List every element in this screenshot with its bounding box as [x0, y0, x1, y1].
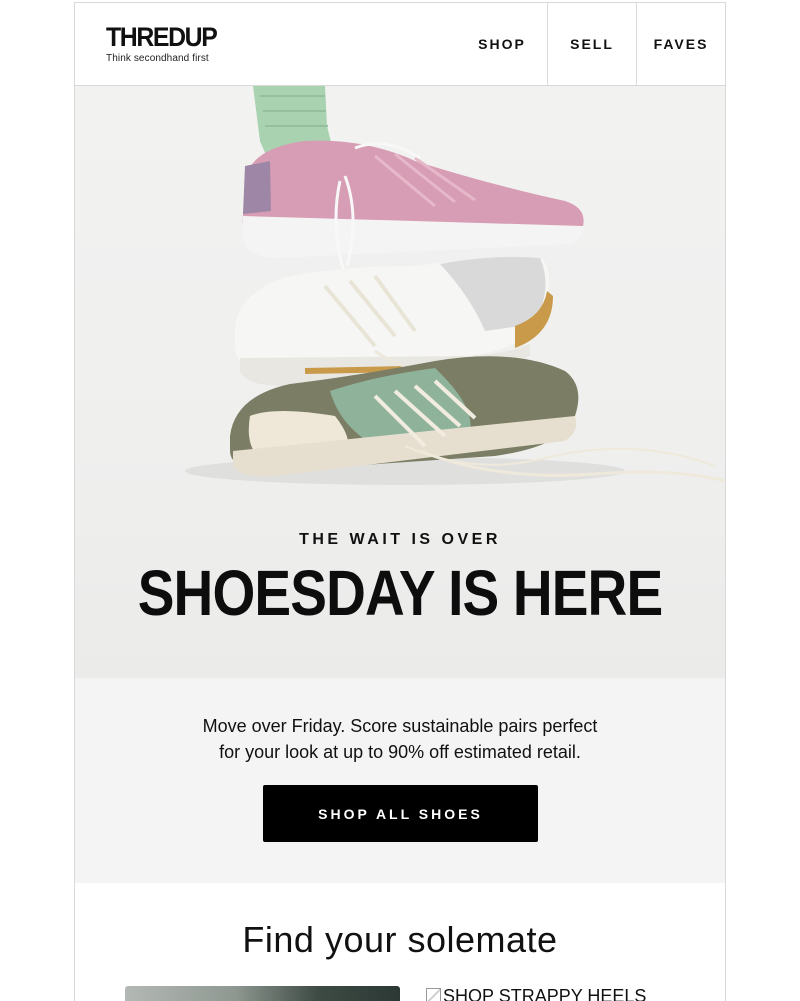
- promo-line-1: Move over Friday. Score sustainable pair…: [202, 716, 598, 736]
- hero-title: SHOESDAY IS HERE: [137, 557, 663, 629]
- email-container: THREDUP Think secondhand first SHOP SELL…: [74, 2, 726, 1001]
- top-nav: SHOP SELL FAVES: [457, 3, 725, 85]
- broken-image-icon: [426, 988, 441, 1001]
- tile-alt-text: SHOP STRAPPY HEELS: [443, 986, 647, 1001]
- brand-tagline: Think secondhand first: [106, 53, 209, 64]
- solemate-section: Find your solemate SHOP STRAPPY HEELS: [75, 883, 725, 1001]
- section-title: Find your solemate: [242, 919, 558, 960]
- brand-logo[interactable]: THREDUP Think secondhand first: [106, 23, 226, 64]
- category-tile-image[interactable]: [125, 986, 400, 1001]
- promo-copy: Move over Friday. Score sustainable pair…: [75, 713, 725, 765]
- nav-faves-link[interactable]: FAVES: [636, 3, 725, 85]
- promo-section: Move over Friday. Score sustainable pair…: [75, 678, 725, 883]
- nav-shop-link[interactable]: SHOP: [457, 3, 547, 85]
- brand-name: THREDUP: [106, 22, 218, 52]
- shop-all-shoes-button[interactable]: SHOP ALL SHOES: [263, 785, 538, 842]
- header: THREDUP Think secondhand first SHOP SELL…: [75, 3, 725, 86]
- hero-kicker: THE WAIT IS OVER: [299, 531, 501, 548]
- nav-sell-link[interactable]: SELL: [547, 3, 636, 85]
- promo-line-2: for your look at up to 90% off estimated…: [219, 742, 581, 762]
- shop-strappy-heels-tile[interactable]: SHOP STRAPPY HEELS: [426, 986, 706, 1001]
- hero-banner[interactable]: THE WAIT IS OVER SHOESDAY IS HERE: [75, 86, 725, 678]
